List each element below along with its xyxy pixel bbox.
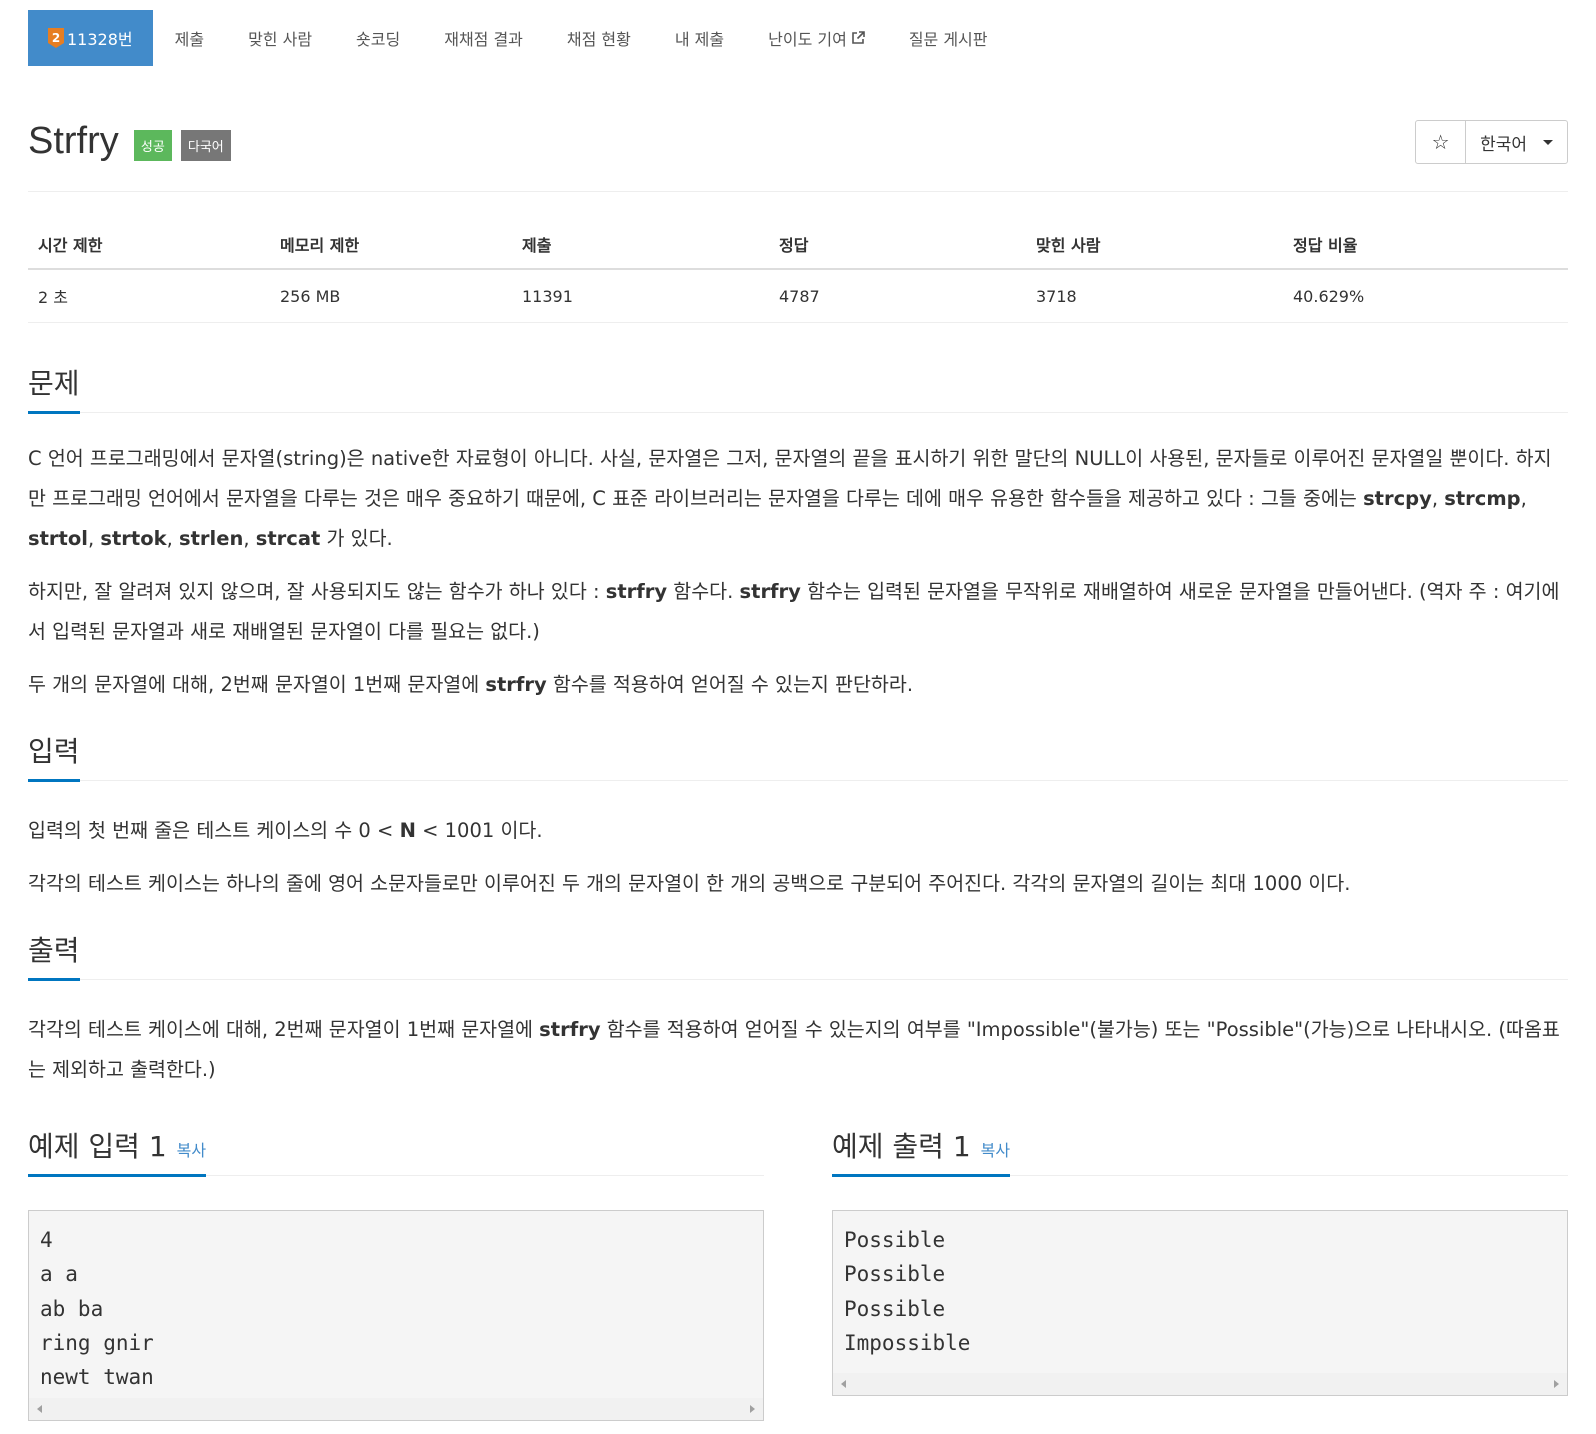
output-p1-a: 각각의 테스트 케이스에 대해, 2번째 문자열이 1번째 문자열에 [28,1018,540,1041]
sample-output-heading: 예제 출력 1 복사 [832,1119,1011,1177]
nav-solved-users[interactable]: 맞힌 사람 [226,10,334,66]
stats-header-accept-ratio: 정답 비율 [1283,220,1568,270]
sample-input-title: 예제 입력 1 [28,1130,167,1163]
status-badge-multilang: 다국어 [180,130,231,161]
caret-down-icon [1543,139,1553,145]
nav-problem-number[interactable]: 2 11328번 [28,10,153,66]
problem-p2-c: 함수다. [667,580,740,603]
func-strfry: strfry [605,580,668,603]
problem-nav: 2 11328번 제출 맞힌 사람 숏코딩 재채점 결과 채점 현황 내 제출 … [28,10,1568,66]
title-actions: ☆ 한국어 [1415,120,1568,164]
problem-stats-table: 시간 제한 메모리 제한 제출 정답 맞힌 사람 정답 비율 2 초 256 M… [28,220,1568,323]
input-section-header: 입력 [28,727,1568,782]
input-description: 입력의 첫 번째 줄은 테스트 케이스의 수 0 < N < 1001 이다. … [28,811,1568,904]
problem-p1-text: C 언어 프로그래밍에서 문자열(string)은 native한 자료형이 아… [28,447,1552,510]
problem-title: Strfry [28,120,119,162]
output-description: 각각의 테스트 케이스에 대해, 2번째 문자열이 1번째 문자열에 strfr… [28,1010,1568,1090]
favorite-star-button[interactable]: ☆ [1416,121,1467,163]
problem-p3-c: 함수를 적용하여 얻어질 수 있는지 판단하라. [546,673,914,696]
scroll-left-icon[interactable] [37,1405,42,1414]
stats-memory-limit: 256 MB [270,269,512,323]
sample-input-panel: 예제 입력 1 복사 4 a a ab ba ring gnir newt twa… [28,1118,764,1422]
sample-input-code[interactable]: 4 a a ab ba ring gnir newt twan [28,1210,764,1422]
nav-qna-board[interactable]: 질문 게시판 [887,10,1010,66]
sample-output-header: 예제 출력 1 복사 [832,1118,1568,1177]
title-row: Strfry 성공 다국어 ☆ 한국어 [28,120,1568,192]
scroll-left-icon[interactable] [841,1380,846,1388]
problem-description: C 언어 프로그래밍에서 문자열(string)은 native한 자료형이 아… [28,439,1568,705]
nav-submit[interactable]: 제출 [153,10,226,66]
stats-header-accepted: 정답 [769,220,1026,270]
func-strtol: strtol [28,527,88,550]
nav-short-coding[interactable]: 숏코딩 [334,10,422,66]
nav-difficulty-contribution[interactable]: 난이도 기여 [746,10,887,66]
output-heading: 출력 [28,927,80,981]
func-strcpy: strcpy [1363,487,1432,510]
input-p1-a: 입력의 첫 번째 줄은 테스트 케이스의 수 0 < [28,819,400,842]
language-label: 한국어 [1480,134,1527,155]
input-heading: 입력 [28,728,80,782]
func-strcat: strcat [255,527,321,550]
copy-output-button[interactable]: 복사 [981,1141,1010,1160]
external-link-icon [852,31,865,44]
horizontal-scrollbar[interactable] [29,1398,763,1421]
problem-paragraph-1: C 언어 프로그래밍에서 문자열(string)은 native한 자료형이 아… [28,447,1552,550]
page-container: 2 11328번 제출 맞힌 사람 숏코딩 재채점 결과 채점 현황 내 제출 … [28,10,1568,1422]
func-strtok: strtok [100,527,167,550]
problem-number-label: 11328번 [67,30,133,49]
func-strcmp: strcmp [1444,487,1521,510]
output-section-header: 출력 [28,926,1568,981]
stats-accepted: 4787 [769,269,1026,323]
nav-my-submissions[interactable]: 내 제출 [653,10,746,66]
nav-difficulty-label: 난이도 기여 [768,30,847,49]
stats-header-time-limit: 시간 제한 [28,220,270,270]
scroll-right-icon[interactable] [1554,1380,1559,1388]
input-paragraph-1: 입력의 첫 번째 줄은 테스트 케이스의 수 0 < N < 1001 이다. [28,811,1568,851]
stats-time-limit: 2 초 [28,269,270,323]
copy-input-button[interactable]: 복사 [177,1141,206,1160]
func-strfry-4: strfry [539,1018,601,1041]
sample-input-heading: 예제 입력 1 복사 [28,1119,207,1177]
stats-value-row: 2 초 256 MB 11391 4787 3718 40.629% [28,269,1568,323]
input-p1-c: < 1001 이다. [415,819,543,842]
stats-header-memory-limit: 메모리 제한 [270,220,512,270]
sample-output-title: 예제 출력 1 [832,1130,971,1163]
stats-header-row: 시간 제한 메모리 제한 제출 정답 맞힌 사람 정답 비율 [28,220,1568,270]
sample-output-code[interactable]: Possible Possible Possible Impossible [832,1210,1568,1396]
sample-output-text: Possible Possible Possible Impossible [844,1228,971,1355]
stats-submissions: 11391 [512,269,769,323]
problem-heading: 문제 [28,360,80,414]
problem-paragraph-3: 두 개의 문자열에 대해, 2번째 문자열이 1번째 문자열에 strfry 함… [28,665,1568,705]
sample-input-text: 4 a a ab ba ring gnir newt twan [40,1228,154,1390]
stats-accept-ratio: 40.629% [1283,269,1568,323]
language-select-button[interactable]: 한국어 [1466,121,1567,163]
stats-header-submissions: 제출 [512,220,769,270]
func-strfry-2: strfry [739,580,801,603]
func-strlen: strlen [179,527,244,550]
input-n-variable: N [399,819,416,842]
sample-output-panel: 예제 출력 1 복사 Possible Possible Possible Imp… [832,1118,1568,1421]
problem-p3-a: 두 개의 문자열에 대해, 2번째 문자열이 1번째 문자열에 [28,673,486,696]
problem-section-header: 문제 [28,359,1568,414]
status-badge-success: 성공 [133,130,172,161]
input-paragraph-2: 각각의 테스트 케이스는 하나의 줄에 영어 소문자들로만 이루어진 두 개의 … [28,872,1351,895]
problem-paragraph-2: 하지만, 잘 알려져 있지 않으며, 잘 사용되지도 않는 함수가 하나 있다 … [28,572,1568,652]
samples-row: 예제 입력 1 복사 4 a a ab ba ring gnir newt twa… [28,1118,1568,1422]
sample-input-header: 예제 입력 1 복사 [28,1118,764,1177]
func-strfry-3: strfry [485,673,547,696]
problem-p2-a: 하지만, 잘 알려져 있지 않으며, 잘 사용되지도 않는 함수가 하나 있다 … [28,580,606,603]
stats-header-solved-users: 맞힌 사람 [1026,220,1283,270]
nav-rejudge-results[interactable]: 재채점 결과 [422,10,545,66]
output-paragraph-1: 각각의 테스트 케이스에 대해, 2번째 문자열이 1번째 문자열에 strfr… [28,1010,1568,1090]
problem-p1-end: 가 있다. [320,527,393,550]
nav-judge-status[interactable]: 채점 현황 [545,10,653,66]
stats-solved-users: 3718 [1026,269,1283,323]
tier-badge-icon: 2 [48,28,64,48]
scroll-right-icon[interactable] [750,1405,755,1414]
horizontal-scrollbar[interactable] [833,1373,1567,1395]
